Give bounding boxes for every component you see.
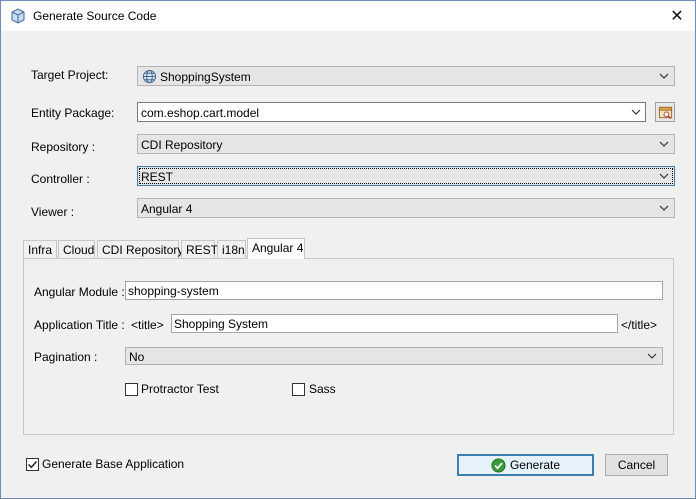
chevron-down-icon: [647, 353, 657, 359]
generate-base-application-label: Generate Base Application: [42, 457, 185, 471]
pagination-value: No: [129, 350, 145, 364]
target-project-select[interactable]: ShoppingSystem: [137, 66, 675, 86]
tab-cdi-repository[interactable]: CDI Repository: [97, 240, 183, 258]
window-title: Generate Source Code: [33, 9, 157, 23]
target-project-value: ShoppingSystem: [160, 70, 251, 84]
globe-project-icon: [142, 69, 157, 84]
repository-select[interactable]: CDI Repository: [137, 134, 675, 154]
application-title-value: Shopping System: [174, 317, 269, 331]
sass-label: Sass: [309, 382, 336, 396]
chevron-down-icon[interactable]: [631, 106, 641, 118]
tab-rest[interactable]: REST: [181, 240, 218, 258]
generate-base-application-checkbox[interactable]: [26, 458, 39, 471]
package-browse-icon: [658, 106, 673, 120]
generate-button-label: Generate: [509, 458, 561, 472]
controller-value: REST: [141, 170, 174, 184]
title-bar: Generate Source Code ✕: [1, 1, 695, 31]
protractor-test-label: Protractor Test: [141, 382, 219, 396]
close-icon: ✕: [670, 8, 684, 25]
target-project-label: Target Project:: [31, 68, 109, 82]
focus-ring: [139, 168, 673, 184]
repository-label: Repository :: [31, 140, 96, 154]
cube-icon: [11, 8, 25, 24]
pagination-label: Pagination :: [34, 350, 98, 364]
cancel-button[interactable]: Cancel: [605, 454, 668, 476]
title-open-tag: <title>: [131, 318, 164, 332]
tab-cloud[interactable]: Cloud: [58, 240, 95, 258]
application-title-input[interactable]: Shopping System: [171, 314, 618, 333]
controller-select[interactable]: REST: [137, 166, 675, 186]
chevron-down-icon: [659, 141, 669, 147]
green-check-icon: [491, 457, 506, 473]
tab-angular-4[interactable]: Angular 4: [247, 238, 305, 259]
close-button[interactable]: ✕: [659, 1, 695, 31]
checkmark-icon: [27, 460, 38, 469]
application-title-label: Application Title :: [34, 318, 125, 332]
angular-tab-panel: Angular Module : shopping-system Applica…: [23, 258, 674, 435]
chevron-down-icon: [659, 173, 669, 179]
viewer-label: Viewer :: [31, 205, 75, 219]
entity-package-label: Entity Package:: [31, 106, 115, 120]
generate-button[interactable]: Generate: [457, 454, 594, 476]
angular-module-value: shopping-system: [128, 284, 219, 298]
chevron-down-icon: [659, 73, 669, 79]
chevron-down-icon: [659, 205, 669, 211]
protractor-test-checkbox[interactable]: [125, 383, 138, 396]
title-close-tag: </title>: [621, 318, 658, 332]
sass-checkbox[interactable]: [292, 383, 305, 396]
repository-value: CDI Repository: [141, 138, 223, 152]
viewer-select[interactable]: Angular 4: [137, 198, 675, 218]
angular-module-label: Angular Module :: [34, 285, 125, 299]
pagination-select[interactable]: No: [125, 347, 663, 365]
tab-i18n[interactable]: i18n: [217, 240, 246, 258]
generate-source-code-dialog: Generate Source Code ✕ Target Project: S…: [0, 0, 696, 499]
viewer-value: Angular 4: [141, 202, 193, 216]
cancel-button-label: Cancel: [617, 458, 656, 472]
tab-infra[interactable]: Infra: [23, 240, 57, 258]
browse-package-button[interactable]: [655, 102, 675, 122]
controller-label: Controller :: [31, 172, 90, 186]
angular-module-input[interactable]: shopping-system: [125, 281, 663, 300]
entity-package-value: com.eshop.cart.model: [141, 106, 260, 120]
entity-package-field[interactable]: com.eshop.cart.model: [137, 102, 646, 122]
